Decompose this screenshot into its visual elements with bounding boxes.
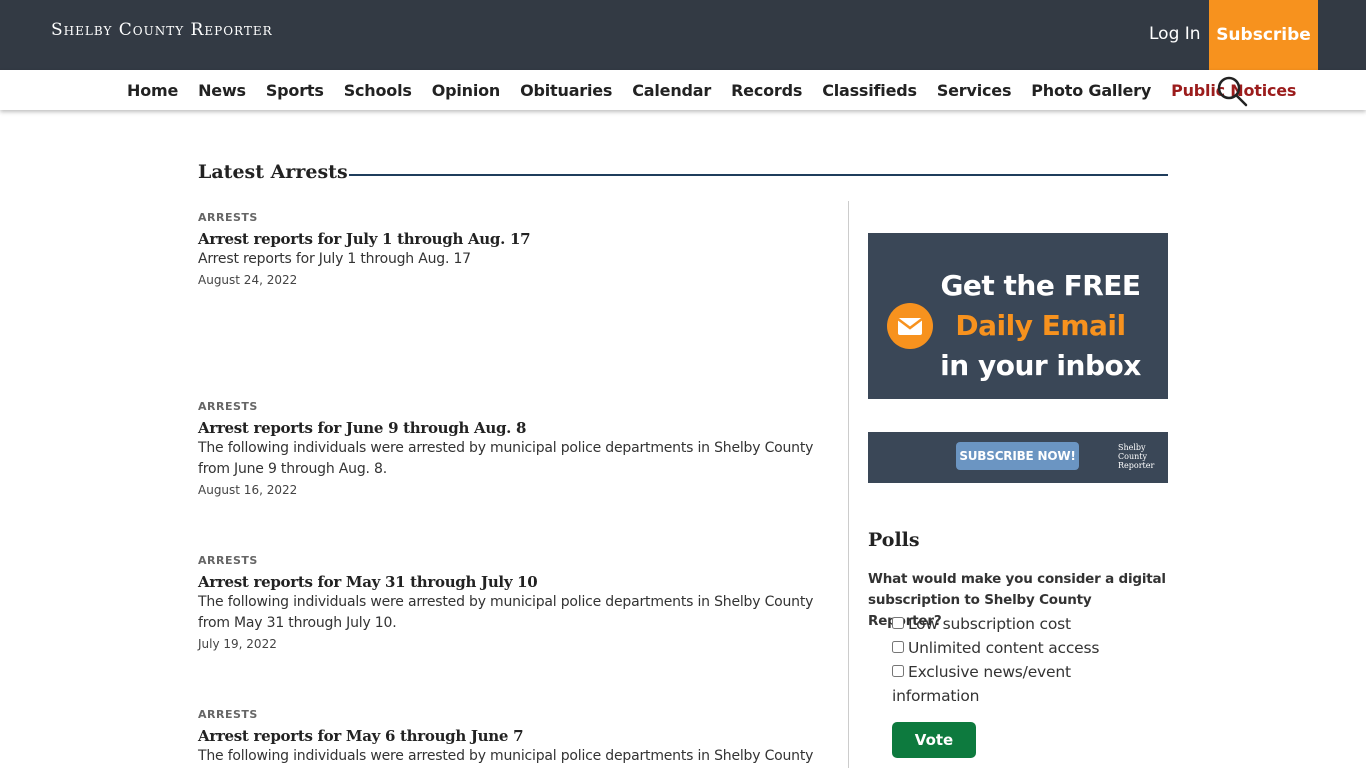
nav-item-calendar[interactable]: Calendar [632, 81, 711, 100]
nav-item-sports[interactable]: Sports [266, 81, 324, 100]
article-description: The following individuals were arrested … [198, 594, 814, 631]
subscribe-now-ad[interactable]: SUBSCRIBE NOW! Shelby County Reporter [868, 432, 1168, 483]
top-header: Shelby County Reporter Log In Subscribe [0, 0, 1366, 70]
section-rule [349, 174, 1168, 176]
polls-title: Polls [868, 529, 920, 551]
article-date: July 19, 2022 [198, 637, 277, 651]
article-item: ARRESTS Arrest reports for July 1 throug… [198, 211, 818, 289]
poll-option[interactable]: Unlimited content access [892, 636, 1142, 660]
nav-item-home[interactable]: Home [127, 81, 178, 100]
nav-item-records[interactable]: Records [731, 81, 802, 100]
ad-logo: Shelby County Reporter [1118, 443, 1155, 470]
nav-item-obituaries[interactable]: Obituaries [520, 81, 612, 100]
poll-option-label: Exclusive news/event information [892, 663, 1071, 705]
poll-checkbox[interactable] [892, 641, 904, 653]
article-description: Arrest reports for July 1 through Aug. 1… [198, 251, 471, 267]
article-description: The following individuals were arrested … [198, 440, 814, 477]
article-category[interactable]: ARRESTS [198, 211, 818, 225]
subscribe-button[interactable]: Subscribe [1209, 0, 1318, 70]
search-icon[interactable] [1216, 75, 1248, 107]
poll-options: Low subscription cost Unlimited content … [892, 612, 1142, 708]
nav-items: Home News Sports Schools Opinion Obituar… [127, 70, 1306, 110]
poll-option-label: Low subscription cost [908, 615, 1071, 633]
article-category[interactable]: ARRESTS [198, 400, 818, 414]
article-date: August 24, 2022 [198, 273, 298, 287]
nav-item-news[interactable]: News [198, 81, 246, 100]
poll-checkbox[interactable] [892, 665, 904, 677]
main-nav: Home News Sports Schools Opinion Obituar… [0, 70, 1366, 110]
article-date: August 16, 2022 [198, 483, 298, 497]
ad-line-1: Get the FREE [940, 269, 1141, 302]
subscribe-now-button[interactable]: SUBSCRIBE NOW! [956, 442, 1079, 470]
login-link[interactable]: Log In [1149, 24, 1201, 44]
column-divider [848, 201, 849, 768]
nav-item-schools[interactable]: Schools [344, 81, 412, 100]
section-title: Latest Arrests [198, 161, 348, 183]
poll-option[interactable]: Low subscription cost [892, 612, 1142, 636]
article-category[interactable]: ARRESTS [198, 554, 818, 568]
vote-button[interactable]: Vote [892, 722, 976, 758]
article-category[interactable]: ARRESTS [198, 708, 818, 722]
daily-email-ad[interactable]: Get the FREE Daily Email in your inbox [868, 233, 1168, 399]
nav-item-photo-gallery[interactable]: Photo Gallery [1031, 81, 1151, 100]
nav-item-services[interactable]: Services [937, 81, 1012, 100]
ad-line-2: Daily Email [955, 309, 1126, 342]
poll-option-label: Unlimited content access [908, 639, 1100, 657]
article-item: ARRESTS Arrest reports for June 9 throug… [198, 400, 818, 499]
poll-checkbox[interactable] [892, 617, 904, 629]
nav-item-classifieds[interactable]: Classifieds [822, 81, 917, 100]
article-item: ARRESTS Arrest reports for May 6 through… [198, 708, 818, 768]
ad-line-3: in your inbox [940, 349, 1141, 382]
article-title[interactable]: Arrest reports for May 31 through July 1… [198, 572, 818, 592]
article-title[interactable]: Arrest reports for June 9 through Aug. 8 [198, 418, 818, 438]
article-title[interactable]: Arrest reports for July 1 through Aug. 1… [198, 229, 818, 249]
article-description: The following individuals were arrested … [198, 748, 814, 764]
site-logo[interactable]: Shelby County Reporter [51, 20, 273, 40]
nav-item-opinion[interactable]: Opinion [432, 81, 501, 100]
poll-option[interactable]: Exclusive news/event information [892, 660, 1142, 708]
article-title[interactable]: Arrest reports for May 6 through June 7 [198, 726, 818, 746]
article-item: ARRESTS Arrest reports for May 31 throug… [198, 554, 818, 653]
